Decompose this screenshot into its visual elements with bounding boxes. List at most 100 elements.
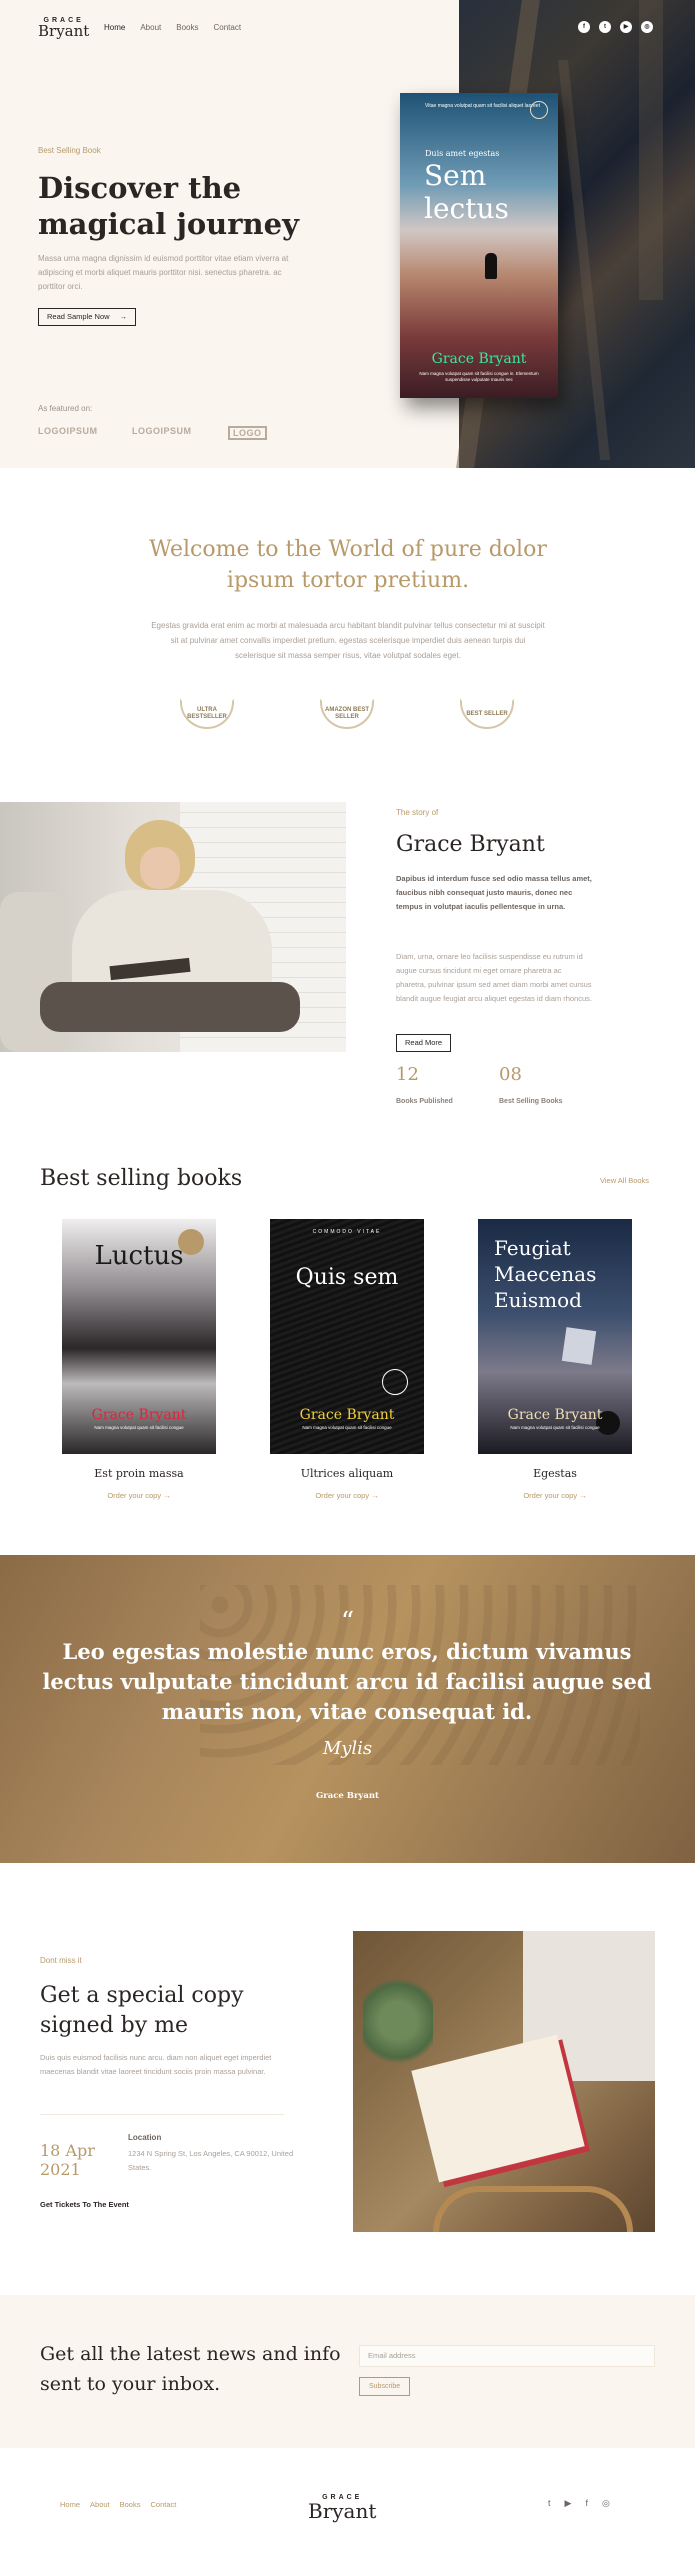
- order-label: Order your copy: [523, 1491, 578, 1500]
- nav-books[interactable]: Books: [176, 23, 198, 32]
- stat-bestsellers-label: Best Selling Books: [499, 1098, 563, 1105]
- quote-mark-icon: “: [340, 1607, 355, 1637]
- welcome-section: Welcome to the World of pure dolor ipsum…: [0, 468, 695, 802]
- book-tagline: Nam magna volutpat quam sit facilisi con…: [419, 371, 539, 382]
- cover-small-text: Nam magna volutpat quam sit facilisi con…: [302, 1425, 392, 1430]
- facebook-icon[interactable]: f: [578, 21, 590, 33]
- order-copy-link-1[interactable]: Order your copy →: [62, 1491, 216, 1500]
- order-copy-link-2[interactable]: Order your copy →: [270, 1491, 424, 1500]
- award-badge-amazon: AMAZON BEST SELLER: [320, 699, 374, 729]
- email-input[interactable]: Email address: [359, 2345, 655, 2367]
- quote-author: Grace Bryant: [315, 1791, 379, 1801]
- site-logo[interactable]: GRACE Bryant: [38, 17, 90, 40]
- cover-top-text: COMMODO VITAE: [312, 1229, 382, 1235]
- bestseller-badge-icon: [382, 1369, 408, 1395]
- view-all-books-link[interactable]: View All Books: [600, 1176, 649, 1185]
- press-logo-2: LOGOIPSUM: [132, 426, 192, 436]
- bestseller-badge-icon: [178, 1229, 204, 1255]
- book-name-1[interactable]: Est proin massa: [62, 1467, 216, 1480]
- quote-text: Leo egestas molestie nunc eros, dictum v…: [42, 1639, 652, 1724]
- newsletter-title: Get all the latest news and info sent to…: [40, 2343, 341, 2395]
- story-eyebrow: The story of: [396, 808, 439, 817]
- story-body: Diam, urna, ornare leo facilisis suspend…: [396, 952, 592, 1003]
- subscribe-button[interactable]: Subscribe: [359, 2377, 411, 2396]
- laurel-icon: [460, 699, 514, 729]
- order-copy-link-3[interactable]: Order your copy →: [478, 1491, 632, 1500]
- footer-nav-about[interactable]: About: [90, 2500, 110, 2509]
- book-name-3[interactable]: Egestas: [478, 1467, 632, 1480]
- event-section: Dont miss it Get a special copy signed b…: [0, 1863, 695, 2295]
- event-photo: [353, 1931, 655, 2232]
- welcome-title: Welcome to the World of pure dolor ipsum…: [149, 537, 547, 593]
- hero-section: GRACE Bryant Home About Books Contact f …: [0, 0, 695, 468]
- arrow-right-icon: →: [119, 312, 128, 321]
- book-subtitle: Duis amet egestas: [425, 149, 500, 158]
- cover-title: Feugiat Maecenas Euismod: [494, 1236, 597, 1312]
- hero-description: Massa urna magna dignissim id euismod po…: [38, 254, 289, 291]
- award-badge-bestseller: BEST SELLER: [460, 699, 514, 729]
- read-more-button[interactable]: Read More: [396, 1034, 452, 1052]
- author-photo: [0, 802, 346, 1052]
- award-badge-icon: [530, 101, 548, 119]
- signature-image: Mylis: [322, 1738, 373, 1759]
- cover-small-text: Nam magna volutpat quam sit facilisi con…: [510, 1425, 600, 1430]
- main-nav: Home About Books Contact: [104, 23, 241, 32]
- event-eyebrow: Dont miss it: [40, 1956, 82, 1965]
- twitter-icon[interactable]: t: [548, 2498, 551, 2509]
- header-socials: f t ▶ ◎: [578, 21, 653, 33]
- stat-books-published-number: 12: [396, 1064, 419, 1085]
- book-cover-2[interactable]: COMMODO VITAE Quis sem Grace Bryant Nam …: [270, 1219, 424, 1454]
- event-title: Get a special copy signed by me: [40, 1983, 244, 2038]
- hero-title: Discover the magical journey: [38, 171, 299, 241]
- featured-label: As featured on:: [38, 404, 93, 413]
- book-top-text: Vitae magna volutpat quam sit facilisi a…: [425, 103, 540, 109]
- book-title: Sem lectus: [424, 159, 509, 225]
- books-section: Best selling books View All Books Luctus…: [0, 1142, 695, 1555]
- arrow-right-icon: →: [371, 1491, 379, 1500]
- footer-nav-home[interactable]: Home: [60, 2500, 80, 2509]
- twitter-icon[interactable]: t: [599, 21, 611, 33]
- cover-small-text: Nam magna volutpat quam sit facilisi con…: [94, 1425, 184, 1430]
- hero-book-cover: Vitae magna volutpat quam sit facilisi a…: [400, 93, 558, 398]
- story-section: The story of Grace Bryant Dapibus id int…: [0, 802, 695, 1142]
- divider: [40, 2114, 284, 2115]
- nav-about[interactable]: About: [140, 23, 161, 32]
- cover-author: Grace Bryant: [91, 1407, 187, 1423]
- facebook-icon[interactable]: f: [585, 2498, 588, 2509]
- get-tickets-link[interactable]: Get Tickets To The Event: [40, 2200, 129, 2209]
- read-sample-label: Read Sample Now: [47, 312, 110, 321]
- event-date: 18 Apr 2021: [40, 2141, 95, 2179]
- press-logo-1: LOGOIPSUM: [38, 426, 98, 436]
- cover-author: Grace Bryant: [299, 1407, 395, 1423]
- arrow-right-icon: →: [163, 1491, 171, 1500]
- book-cover-3[interactable]: Feugiat Maecenas Euismod Grace Bryant Na…: [478, 1219, 632, 1454]
- footer-logo[interactable]: GRACE Bryant: [308, 2494, 376, 2521]
- youtube-icon[interactable]: ▶: [565, 2498, 572, 2509]
- location-label: Location: [128, 2133, 162, 2142]
- award-badge-ultra: ULTRA BESTSELLER: [180, 699, 234, 729]
- book-cover-1[interactable]: Luctus Grace Bryant Nam magna volutpat q…: [62, 1219, 216, 1454]
- footer-nav-contact[interactable]: Contact: [150, 2500, 176, 2509]
- laurel-icon: [320, 699, 374, 729]
- nav-contact[interactable]: Contact: [213, 23, 241, 32]
- instagram-icon[interactable]: ◎: [641, 21, 653, 33]
- press-logo-3: LOGO: [228, 426, 267, 440]
- stat-books-published-label: Books Published: [396, 1098, 453, 1105]
- youtube-icon[interactable]: ▶: [620, 21, 632, 33]
- logo-big-text: Bryant: [38, 22, 90, 40]
- newsletter-section: Get all the latest news and info sent to…: [0, 2295, 695, 2448]
- cover-title: Quis sem: [295, 1265, 399, 1290]
- books-title: Best selling books: [40, 1166, 243, 1191]
- stat-bestsellers-number: 08: [499, 1064, 522, 1085]
- event-description: Duis quis euismod facilisis nunc arcu. d…: [40, 2053, 272, 2076]
- hero-eyebrow: Best Selling Book: [38, 146, 101, 155]
- nav-home[interactable]: Home: [104, 23, 125, 32]
- instagram-icon[interactable]: ◎: [602, 2498, 610, 2509]
- laurel-icon: [180, 699, 234, 729]
- walking-person-figure: [485, 253, 497, 279]
- floating-frame-image: [561, 1327, 597, 1365]
- footer-nav-books[interactable]: Books: [120, 2500, 141, 2509]
- book-name-2[interactable]: Ultrices aliquam: [270, 1467, 424, 1480]
- read-sample-button[interactable]: Read Sample Now →: [38, 308, 137, 326]
- arrow-right-icon: →: [579, 1491, 587, 1500]
